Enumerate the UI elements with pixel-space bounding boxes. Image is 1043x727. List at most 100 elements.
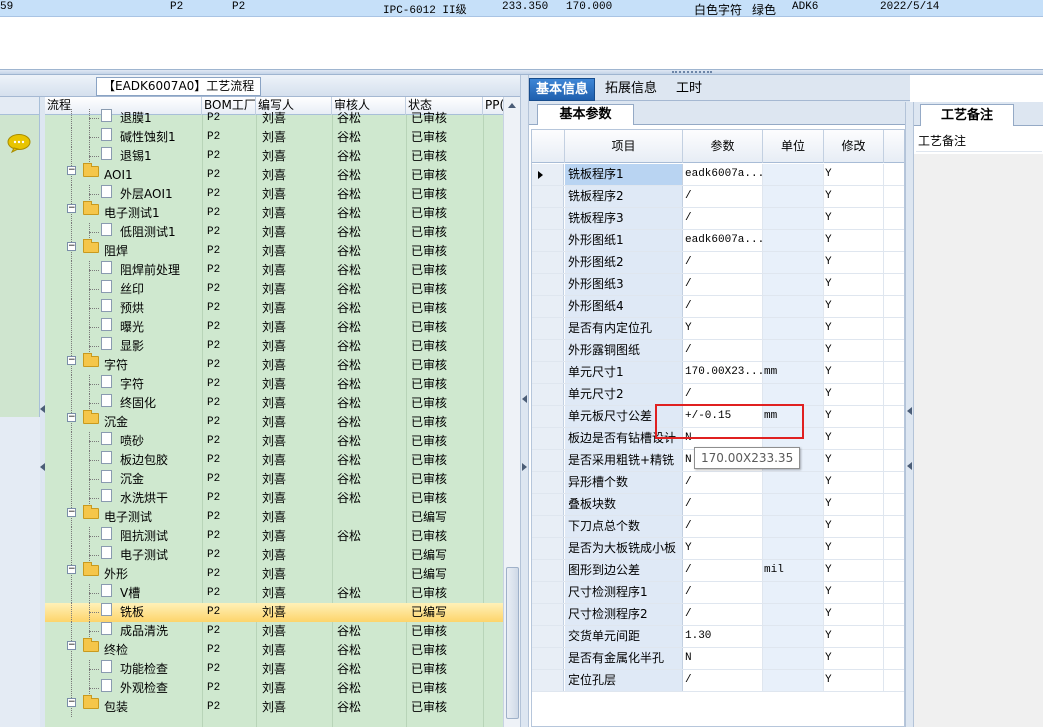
parameter-row[interactable]: 外形图纸1 eadk6007a... Y [532,230,904,252]
parameter-value-cell[interactable]: Y [683,538,763,559]
row-indicator[interactable] [532,604,564,625]
remarks-text-area[interactable] [914,154,1043,727]
parameter-row[interactable]: 是否有金属化半孔 N Y [532,648,904,670]
parameter-row[interactable]: 外形图纸2/ Y [532,252,904,274]
parameter-modify-cell[interactable]: Y [824,296,884,317]
col-header-value[interactable]: 参数 [683,130,763,163]
parameter-value-cell[interactable]: N [683,648,763,669]
parameter-row[interactable]: 是否为大板铣成小板 Y Y [532,538,904,560]
parameter-value-cell[interactable]: / [683,340,763,361]
parameter-unit-cell[interactable] [763,208,824,229]
parameter-value-cell[interactable]: eadk6007a... [683,164,763,185]
parameter-row[interactable]: 交货单元间距 1.30 Y [532,626,904,648]
row-indicator[interactable] [532,450,564,471]
parameter-value-cell[interactable]: / [683,516,763,537]
row-indicator[interactable] [532,340,564,361]
parameter-unit-cell[interactable] [763,274,824,295]
tree-step-row[interactable]: 阻抗测试 P2 刘喜 谷松 已审核 [45,527,503,546]
scroll-up-arrow-icon[interactable] [508,103,516,108]
parameter-modify-cell[interactable]: Y [824,670,884,691]
tree-group-row[interactable]: − 电子测试1 P2 刘喜 谷松 已审核 [45,201,503,223]
collapse-arrow-icon[interactable] [907,407,912,415]
parameter-value-cell[interactable]: / [683,604,763,625]
parameter-modify-cell[interactable]: Y [824,274,884,295]
parameter-unit-cell[interactable]: mm [763,362,824,383]
parameter-row[interactable]: 单元尺寸2/ Y [532,384,904,406]
splitter-grip[interactable] [672,71,712,73]
parameter-row[interactable]: 尺寸检测程序1/ Y [532,582,904,604]
tree-step-row[interactable]: 电子测试 P2 刘喜 已编写 [45,546,503,565]
tab-process-flow[interactable]: 【EADK6007A0】工艺流程 [96,77,262,96]
expand-arrow-icon[interactable] [522,463,527,471]
parameter-modify-cell[interactable]: Y [824,384,884,405]
parameter-row[interactable]: 铣板程序3/ Y [532,208,904,230]
tree-step-row[interactable]: 外层AOI1 P2 刘喜 谷松 已审核 [45,185,503,204]
parameter-row[interactable]: 图形到边公差 / mil Y [532,560,904,582]
parameter-unit-cell[interactable] [763,538,824,559]
tree-step-row[interactable]: 阻焊前处理 P2 刘喜 谷松 已审核 [45,261,503,280]
parameter-value-cell[interactable]: 1.30 [683,626,763,647]
parameter-value-cell[interactable]: / [683,670,763,691]
tab-process-remarks[interactable]: 工艺备注 [920,104,1014,126]
collapse-node-icon[interactable]: − [67,204,76,213]
row-indicator[interactable] [532,186,564,207]
parameter-unit-cell[interactable] [763,582,824,603]
tab-basic-params[interactable]: 基本参数 [537,104,634,125]
tree-step-row[interactable]: 喷砂 P2 刘喜 谷松 已审核 [45,432,503,451]
parameter-value-cell[interactable]: / [683,560,763,581]
parameter-unit-cell[interactable] [763,252,824,273]
parameter-unit-cell[interactable] [763,670,824,691]
collapse-node-icon[interactable]: − [67,565,76,574]
collapse-node-icon[interactable]: − [67,242,76,251]
tree-step-row[interactable]: 终固化 P2 刘喜 谷松 已审核 [45,394,503,413]
tree-step-row[interactable]: V槽 P2 刘喜 谷松 已审核 [45,584,503,603]
parameter-value-cell[interactable]: / [683,208,763,229]
parameter-modify-cell[interactable]: Y [824,560,884,581]
tree-group-row[interactable]: − 电子测试 P2 刘喜 已编写 [45,505,503,527]
parameter-modify-cell[interactable]: Y [824,230,884,251]
row-indicator[interactable] [532,560,564,581]
parameter-modify-cell[interactable]: Y [824,252,884,273]
parameter-value-cell[interactable]: eadk6007a... [683,230,763,251]
scrollbar-thumb[interactable] [506,567,519,719]
collapse-arrow-icon[interactable] [522,395,527,403]
tree-group-row[interactable]: − 字符 P2 刘喜 谷松 已审核 [45,353,503,375]
row-indicator[interactable] [532,362,564,383]
row-indicator[interactable] [532,516,564,537]
parameter-unit-cell[interactable]: mil [763,560,824,581]
row-indicator[interactable] [532,318,564,339]
tree-step-row[interactable]: 铣板 P2 刘喜 已编写 [45,603,503,622]
comment-bubble-icon[interactable] [6,133,32,153]
parameter-modify-cell[interactable]: Y [824,538,884,559]
tree-step-row[interactable]: 退膜1 P2 刘喜 谷松 已审核 [45,109,503,128]
parameter-modify-cell[interactable]: Y [824,186,884,207]
parameter-row[interactable]: 铣板程序2/ Y [532,186,904,208]
parameter-modify-cell[interactable]: Y [824,208,884,229]
parameter-row[interactable]: 下刀点总个数 / Y [532,516,904,538]
tree-group-row[interactable]: − 沉金 P2 刘喜 谷松 已审核 [45,410,503,432]
collapse-node-icon[interactable]: − [67,166,76,175]
parameter-modify-cell[interactable]: Y [824,450,884,471]
parameter-row[interactable]: 尺寸检测程序2/ Y [532,604,904,626]
col-header-item[interactable]: 项目 [565,130,683,163]
parameter-modify-cell[interactable]: Y [824,164,884,185]
row-indicator[interactable] [532,582,564,603]
parameter-unit-cell[interactable] [763,516,824,537]
tab-basic-info[interactable]: 基本信息 [529,78,596,101]
row-indicator[interactable] [532,494,564,515]
parameter-row[interactable]: 外形露铜图纸 / Y [532,340,904,362]
collapse-arrow-icon[interactable] [907,462,912,470]
parameter-unit-cell[interactable] [763,230,824,251]
row-indicator[interactable] [532,164,564,185]
parameter-row[interactable]: 外形图纸4/ Y [532,296,904,318]
tree-group-row[interactable]: − 终检 P2 刘喜 谷松 已审核 [45,638,503,660]
parameter-row[interactable]: 叠板块数 / Y [532,494,904,516]
parameter-row[interactable]: 单元尺寸1 170.00X23... mm Y [532,362,904,384]
parameter-value-cell[interactable]: / [683,296,763,317]
vertical-splitter[interactable] [905,102,913,727]
row-indicator[interactable] [532,626,564,647]
tab-extended-info[interactable]: 拓展信息 [599,78,663,101]
parameter-modify-cell[interactable]: Y [824,428,884,449]
parameter-modify-cell[interactable]: Y [824,362,884,383]
row-indicator[interactable] [532,538,564,559]
